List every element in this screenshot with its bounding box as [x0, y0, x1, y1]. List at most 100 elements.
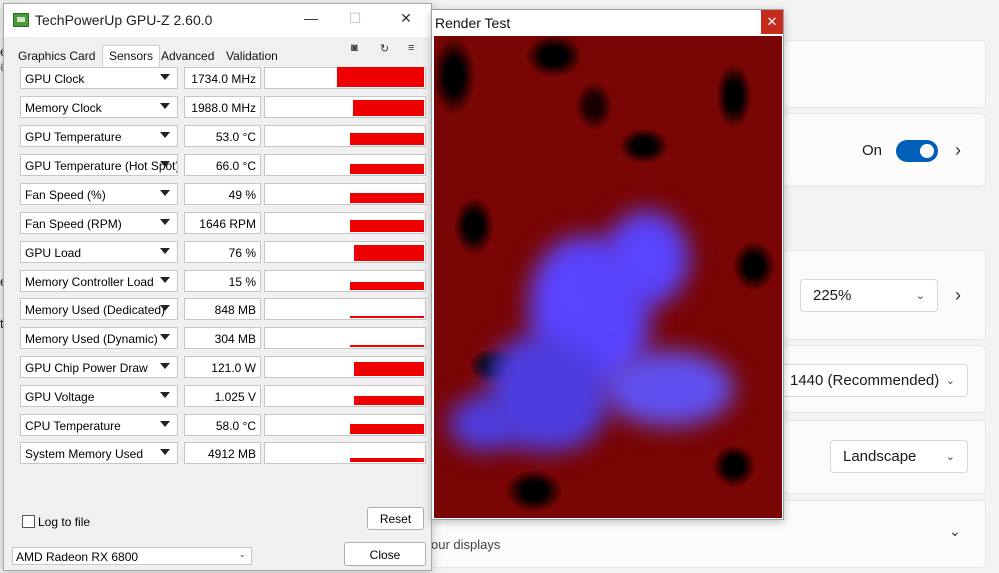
- sensor-graph-fill: [350, 133, 424, 145]
- tab-bar: Graphics Card Sensors Advanced Validatio…: [10, 45, 420, 67]
- minimize-button[interactable]: —: [298, 10, 324, 26]
- sensor-row: System Memory Used 4912 MB: [20, 442, 426, 464]
- sensor-graph-fill: [354, 245, 424, 261]
- refresh-icon[interactable]: ↻: [380, 42, 389, 55]
- sensor-value: 66.0 °C: [184, 154, 261, 176]
- sensor-name[interactable]: Fan Speed (%): [20, 183, 178, 205]
- close-button[interactable]: Close: [344, 542, 426, 566]
- sensor-graph: [264, 67, 426, 89]
- dropdown-arrow-icon[interactable]: [160, 161, 170, 167]
- close-window-button[interactable]: ✕: [393, 10, 419, 27]
- window-title: TechPowerUp GPU-Z 2.60.0: [35, 12, 213, 28]
- sensor-name[interactable]: Memory Used (Dedicated): [20, 298, 178, 320]
- tab-sensors[interactable]: Sensors: [102, 45, 161, 67]
- sensor-name[interactable]: GPU Load: [20, 241, 178, 263]
- sensor-row: Fan Speed (RPM) 1646 RPM: [20, 212, 426, 234]
- toggle-state-label: On: [862, 142, 883, 159]
- chevron-right-icon[interactable]: ›: [955, 140, 961, 161]
- log-to-file-label[interactable]: Log to file: [38, 515, 90, 529]
- sensor-graph: [264, 414, 426, 436]
- hdr-toggle[interactable]: [896, 140, 938, 162]
- dropdown-arrow-icon[interactable]: [160, 421, 170, 427]
- sensor-value: 58.0 °C: [184, 414, 261, 436]
- dropdown-arrow-icon[interactable]: [160, 103, 170, 109]
- dropdown-arrow-icon[interactable]: [160, 132, 170, 138]
- sensor-name[interactable]: GPU Temperature (Hot Spot): [20, 154, 178, 176]
- sensor-graph: [264, 125, 426, 147]
- sensor-graph-fill: [350, 220, 424, 232]
- dropdown-arrow-icon[interactable]: [160, 248, 170, 254]
- camera-icon[interactable]: ◙: [351, 42, 358, 54]
- sensor-value: 848 MB: [184, 298, 261, 320]
- dropdown-arrow-icon[interactable]: [160, 363, 170, 369]
- sensor-graph-fill: [350, 164, 424, 174]
- render-close-button[interactable]: ✕: [761, 10, 783, 34]
- sensor-graph-fill: [353, 100, 424, 116]
- sensor-row: GPU Temperature 53.0 °C: [20, 125, 426, 147]
- sensor-value: 53.0 °C: [184, 125, 261, 147]
- tab-validation[interactable]: Validation: [226, 45, 278, 67]
- resolution-dropdown[interactable]: 1440 (Recommended) ⌄: [778, 364, 968, 397]
- dropdown-arrow-icon[interactable]: [160, 305, 170, 311]
- sensor-name[interactable]: GPU Voltage: [20, 385, 178, 407]
- chevron-down-icon: ⌄: [915, 290, 925, 302]
- sensor-name[interactable]: GPU Temperature: [20, 125, 178, 147]
- sensor-name[interactable]: Memory Used (Dynamic): [20, 327, 178, 349]
- tab-graphics-card[interactable]: Graphics Card: [18, 45, 95, 67]
- gpu-select[interactable]: AMD Radeon RX 6800 ⌄: [12, 547, 252, 565]
- sensor-name[interactable]: GPU Chip Power Draw: [20, 356, 178, 378]
- toggle-knob: [920, 144, 934, 158]
- sensor-graph-fill: [350, 193, 424, 203]
- gpu-select-value: AMD Radeon RX 6800: [16, 550, 139, 564]
- sensor-graph-fill: [350, 345, 424, 347]
- sensor-graph: [264, 241, 426, 263]
- sensor-row: GPU Clock 1734.0 MHz: [20, 67, 426, 89]
- sensor-graph: [264, 442, 426, 464]
- sensor-graph: [264, 270, 426, 292]
- sensor-graph-fill: [348, 81, 353, 87]
- chevron-right-icon[interactable]: ›: [955, 285, 961, 306]
- settings-card-top[interactable]: [783, 40, 986, 108]
- gpuz-app-icon: [13, 13, 29, 27]
- dropdown-arrow-icon[interactable]: [160, 334, 170, 340]
- sensor-value: 49 %: [184, 183, 261, 205]
- sensor-row: Memory Clock 1988.0 MHz: [20, 96, 426, 118]
- sensor-row: GPU Temperature (Hot Spot) 66.0 °C: [20, 154, 426, 176]
- sensor-value: 1988.0 MHz: [184, 96, 261, 118]
- sensor-name[interactable]: Memory Controller Load: [20, 270, 178, 292]
- orientation-dropdown[interactable]: Landscape ⌄: [830, 440, 968, 473]
- sensor-name[interactable]: Memory Clock: [20, 96, 178, 118]
- sensor-value: 1646 RPM: [184, 212, 261, 234]
- chevron-down-icon[interactable]: ⌄: [949, 523, 961, 540]
- sensor-name[interactable]: GPU Clock: [20, 67, 178, 89]
- dropdown-arrow-icon[interactable]: [160, 392, 170, 398]
- sensor-row: GPU Chip Power Draw 121.0 W: [20, 356, 426, 378]
- dropdown-arrow-icon[interactable]: [160, 219, 170, 225]
- sensor-graph: [264, 154, 426, 176]
- dropdown-arrow-icon[interactable]: [160, 449, 170, 455]
- sensor-row: Memory Controller Load 15 %: [20, 270, 426, 292]
- sensor-row: CPU Temperature 58.0 °C: [20, 414, 426, 436]
- dropdown-arrow-icon[interactable]: [160, 190, 170, 196]
- render-blob: [449, 396, 519, 451]
- sensor-name[interactable]: System Memory Used: [20, 442, 178, 464]
- reset-button[interactable]: Reset: [367, 507, 424, 530]
- render-blob: [604, 211, 689, 306]
- scale-dropdown[interactable]: 225% ⌄: [800, 279, 938, 312]
- sensor-graph-fill: [354, 362, 424, 376]
- dropdown-arrow-icon[interactable]: [160, 74, 170, 80]
- sensor-graph: [264, 298, 426, 320]
- menu-icon[interactable]: ≡: [408, 42, 414, 54]
- sensor-value: 1734.0 MHz: [184, 67, 261, 89]
- sensor-graph: [264, 96, 426, 118]
- sensor-name[interactable]: CPU Temperature: [20, 414, 178, 436]
- dropdown-arrow-icon[interactable]: [160, 277, 170, 283]
- sensor-name[interactable]: Fan Speed (RPM): [20, 212, 178, 234]
- title-bar[interactable]: TechPowerUp GPU-Z 2.60.0 — ☐ ✕: [4, 4, 431, 37]
- tab-advanced[interactable]: Advanced: [161, 45, 214, 67]
- settings-card-toggle[interactable]: On ›: [783, 113, 986, 187]
- sensor-graph-fill: [354, 396, 424, 405]
- log-to-file-checkbox[interactable]: [22, 515, 35, 528]
- sensor-row: GPU Voltage 1.025 V: [20, 385, 426, 407]
- gpuz-window: TechPowerUp GPU-Z 2.60.0 — ☐ ✕ Graphics …: [3, 3, 432, 571]
